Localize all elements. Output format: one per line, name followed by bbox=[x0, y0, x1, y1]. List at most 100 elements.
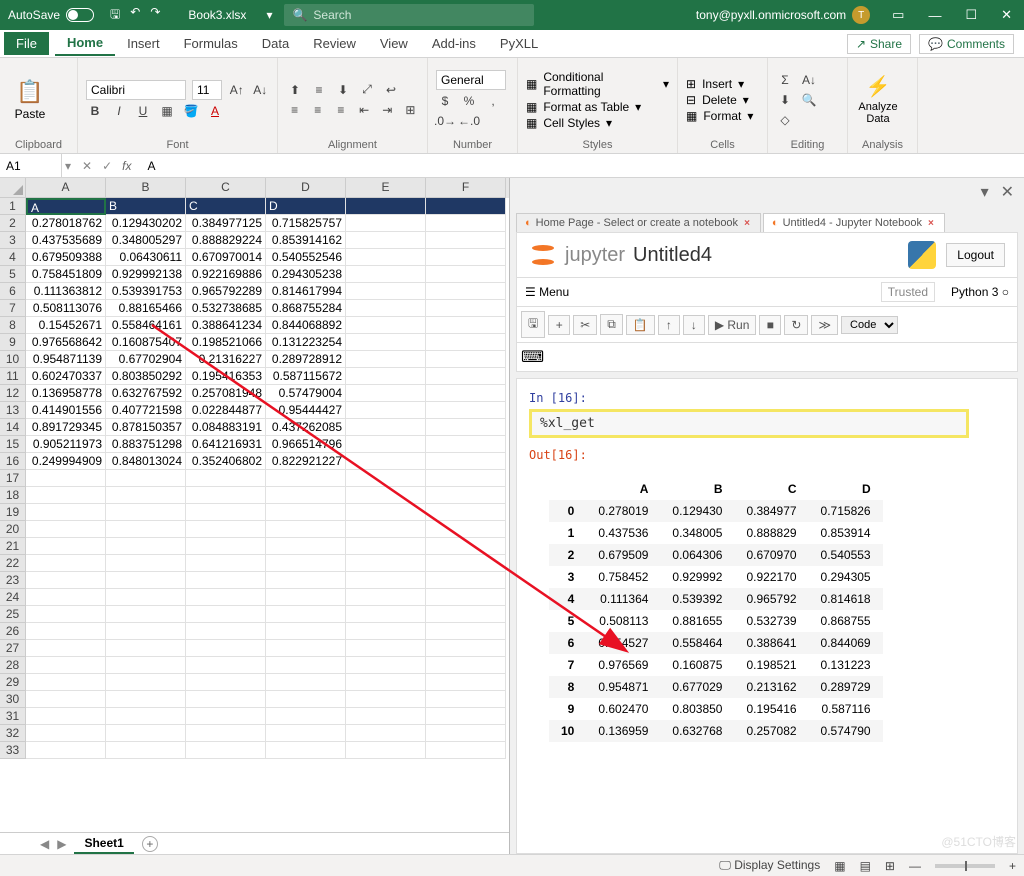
cell[interactable]: 0.558464161 bbox=[106, 317, 186, 334]
tab-insert[interactable]: Insert bbox=[115, 32, 172, 55]
cell[interactable]: 0.715825757 bbox=[266, 215, 346, 232]
cell[interactable]: 0.976568642 bbox=[26, 334, 106, 351]
column-header[interactable]: F bbox=[426, 178, 506, 198]
cell[interactable] bbox=[186, 640, 266, 657]
undo-icon[interactable]: ↶ bbox=[130, 5, 140, 26]
celltype-select[interactable]: Code bbox=[841, 316, 898, 334]
cell[interactable] bbox=[26, 504, 106, 521]
tab-review[interactable]: Review bbox=[301, 32, 368, 55]
cell[interactable]: 0.641216931 bbox=[186, 436, 266, 453]
copy-cell-icon[interactable]: ⧉ bbox=[600, 314, 623, 335]
cell[interactable]: 0.532738685 bbox=[186, 300, 266, 317]
underline-icon[interactable]: U bbox=[134, 102, 152, 120]
row-header[interactable]: 27 bbox=[0, 640, 26, 657]
cell[interactable] bbox=[346, 470, 426, 487]
cell[interactable] bbox=[426, 640, 506, 657]
row-header[interactable]: 26 bbox=[0, 623, 26, 640]
cell[interactable] bbox=[346, 402, 426, 419]
cell[interactable] bbox=[106, 657, 186, 674]
align-right-icon[interactable]: ≡ bbox=[332, 101, 349, 119]
search-box[interactable]: 🔍 Search bbox=[284, 4, 534, 26]
cell[interactable] bbox=[426, 283, 506, 300]
panel-close-icon[interactable]: ✕ bbox=[1001, 182, 1014, 202]
orientation-icon[interactable]: ⤢ bbox=[358, 81, 376, 99]
cell[interactable] bbox=[106, 640, 186, 657]
cell[interactable] bbox=[26, 572, 106, 589]
tab-pyxll[interactable]: PyXLL bbox=[488, 32, 550, 55]
cell[interactable] bbox=[426, 402, 506, 419]
tab-formulas[interactable]: Formulas bbox=[172, 32, 250, 55]
cell[interactable] bbox=[26, 606, 106, 623]
clear-icon[interactable]: ◇ bbox=[776, 111, 794, 129]
autosum-icon[interactable]: Σ bbox=[776, 71, 794, 89]
fastforward-icon[interactable]: ≫ bbox=[811, 315, 838, 335]
cell[interactable] bbox=[186, 657, 266, 674]
cell[interactable]: 0.407721598 bbox=[106, 402, 186, 419]
fill-color-icon[interactable]: 🪣 bbox=[182, 102, 200, 120]
cell[interactable]: 0.853914162 bbox=[266, 232, 346, 249]
cell[interactable]: 0.195416353 bbox=[186, 368, 266, 385]
cell[interactable] bbox=[426, 572, 506, 589]
font-size-input[interactable] bbox=[192, 80, 222, 100]
jupyter-tab-home[interactable]: ◐Home Page - Select or create a notebook… bbox=[516, 213, 761, 232]
cell[interactable] bbox=[346, 215, 426, 232]
indent-left-icon[interactable]: ⇤ bbox=[356, 101, 373, 119]
analyze-data-button[interactable]: ⚡Analyze Data bbox=[856, 66, 900, 134]
cell[interactable] bbox=[106, 708, 186, 725]
row-header[interactable]: 7 bbox=[0, 300, 26, 317]
cell[interactable] bbox=[426, 691, 506, 708]
cell[interactable] bbox=[186, 504, 266, 521]
cell[interactable] bbox=[426, 368, 506, 385]
row-header[interactable]: 8 bbox=[0, 317, 26, 334]
cell[interactable] bbox=[106, 691, 186, 708]
cell[interactable]: 0.57479004 bbox=[266, 385, 346, 402]
row-header[interactable]: 19 bbox=[0, 504, 26, 521]
select-all-corner[interactable] bbox=[0, 178, 26, 198]
decrease-font-icon[interactable]: A↓ bbox=[252, 81, 270, 99]
paste-button[interactable]: 📋Paste bbox=[8, 66, 52, 134]
cell[interactable] bbox=[426, 198, 506, 215]
row-header[interactable]: 12 bbox=[0, 385, 26, 402]
cell[interactable]: C bbox=[186, 198, 266, 215]
cell[interactable] bbox=[26, 589, 106, 606]
cell[interactable] bbox=[346, 504, 426, 521]
cell[interactable] bbox=[26, 521, 106, 538]
logout-button[interactable]: Logout bbox=[946, 243, 1005, 267]
column-header[interactable]: E bbox=[346, 178, 426, 198]
currency-icon[interactable]: $ bbox=[436, 92, 454, 110]
cell[interactable]: 0.15452671 bbox=[26, 317, 106, 334]
cell[interactable]: D bbox=[266, 198, 346, 215]
border-icon[interactable]: ▦ bbox=[158, 102, 176, 120]
conditional-formatting-button[interactable]: ▦ Conditional Formatting ▾ bbox=[526, 70, 669, 98]
formula-input[interactable]: A bbox=[139, 159, 1024, 173]
cell[interactable]: 0.129430202 bbox=[106, 215, 186, 232]
cell[interactable]: 0.294305238 bbox=[266, 266, 346, 283]
save-icon[interactable]: 🖫 bbox=[110, 5, 120, 26]
stop-icon[interactable]: ■ bbox=[759, 315, 781, 335]
align-left-icon[interactable]: ≡ bbox=[286, 101, 303, 119]
cell[interactable] bbox=[346, 589, 426, 606]
cell[interactable] bbox=[266, 708, 346, 725]
cell[interactable]: 0.602470337 bbox=[26, 368, 106, 385]
display-settings-button[interactable]: 🖵 Display Settings bbox=[719, 858, 820, 873]
row-header[interactable]: 24 bbox=[0, 589, 26, 606]
bold-icon[interactable]: B bbox=[86, 102, 104, 120]
cell[interactable]: 0.160875407 bbox=[106, 334, 186, 351]
keyboard-icon[interactable]: ⌨ bbox=[521, 349, 544, 366]
cell[interactable] bbox=[186, 572, 266, 589]
cell[interactable] bbox=[346, 657, 426, 674]
sheet-tab[interactable]: Sheet1 bbox=[74, 834, 133, 854]
cell[interactable] bbox=[426, 334, 506, 351]
cell[interactable]: 0.878150357 bbox=[106, 419, 186, 436]
cell[interactable] bbox=[186, 691, 266, 708]
cell[interactable] bbox=[346, 640, 426, 657]
cell[interactable] bbox=[426, 623, 506, 640]
cell[interactable] bbox=[426, 470, 506, 487]
row-header[interactable]: 21 bbox=[0, 538, 26, 555]
cell[interactable] bbox=[266, 470, 346, 487]
cell[interactable]: 0.352406802 bbox=[186, 453, 266, 470]
cell[interactable]: 0.922169886 bbox=[186, 266, 266, 283]
move-down-icon[interactable]: ↓ bbox=[683, 315, 705, 335]
column-header[interactable]: A bbox=[26, 178, 106, 198]
tab-data[interactable]: Data bbox=[250, 32, 301, 55]
